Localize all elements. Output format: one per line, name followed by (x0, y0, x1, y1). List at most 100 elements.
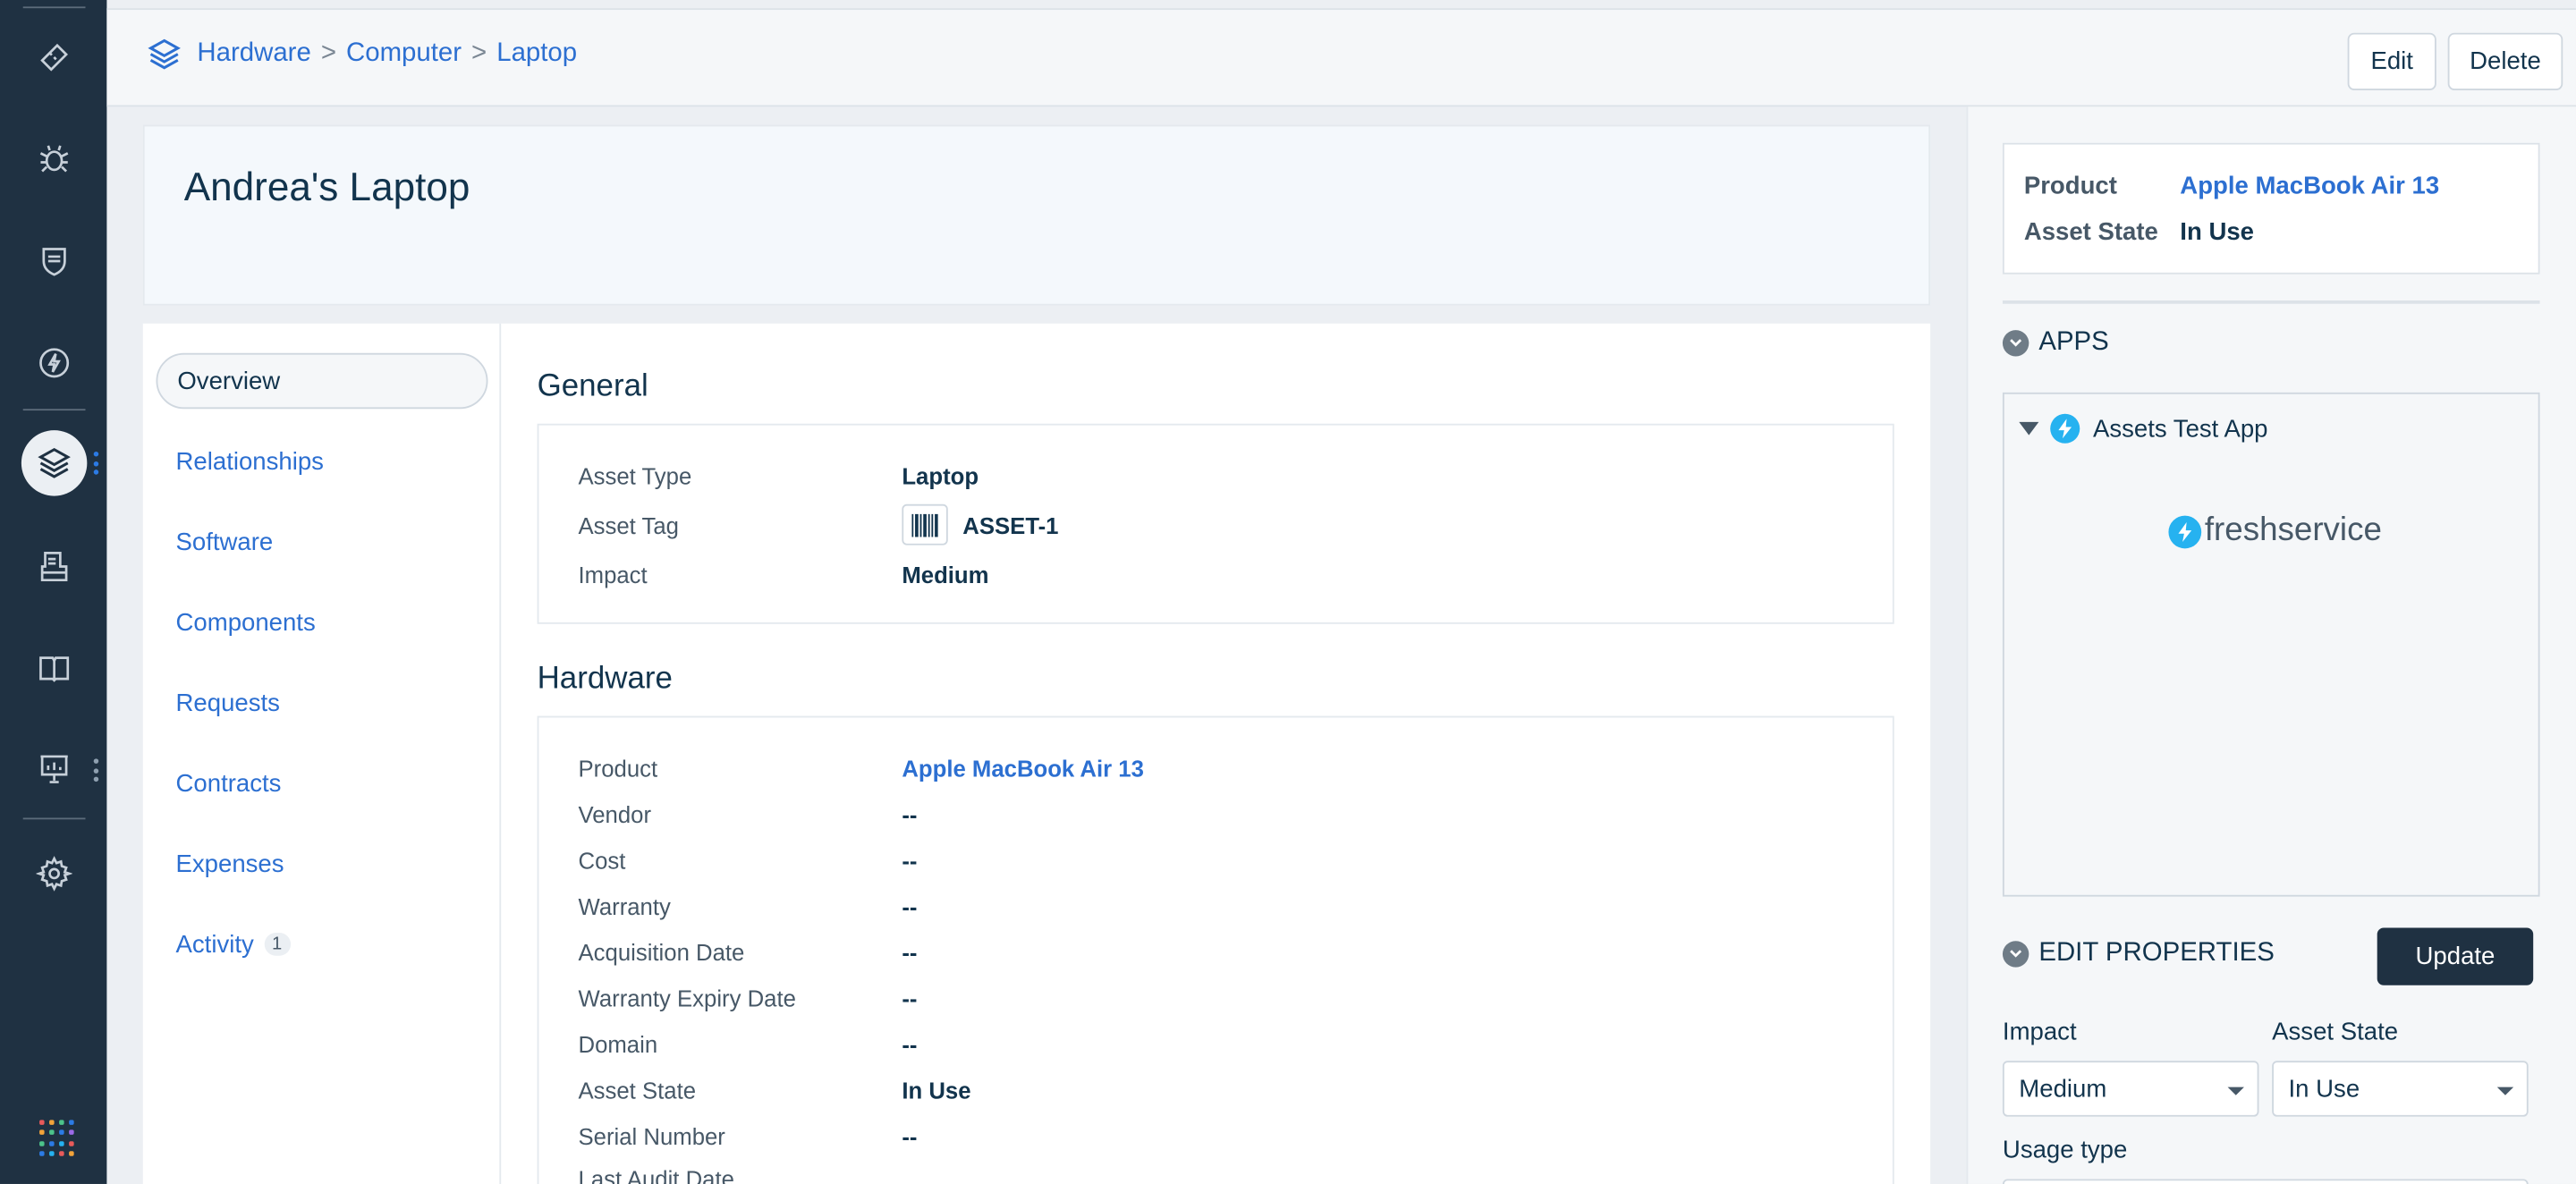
field-label: Warranty Expiry Date (578, 985, 796, 1012)
nav-releases[interactable] (0, 330, 106, 395)
barcode-icon[interactable] (902, 503, 948, 545)
bolt-icon (38, 348, 69, 378)
general-card: Asset Type Laptop Asset Tag ASSET-1 Impact… (537, 423, 1894, 624)
collapse-triangle-icon (2019, 421, 2039, 436)
tab-expenses[interactable]: Expenses (156, 836, 487, 892)
field-label: Serial Number (578, 1123, 725, 1150)
gear-icon (35, 856, 72, 892)
nav-assets[interactable] (0, 430, 106, 496)
nav-assets-more[interactable] (93, 451, 99, 475)
tab-overview[interactable]: Overview (156, 352, 488, 410)
field-label: Warranty (578, 892, 671, 920)
asset-title-card: Andrea's Laptop (142, 124, 1931, 306)
nav-analytics-more[interactable] (93, 758, 99, 782)
summary-value: In Use (2180, 218, 2254, 247)
asset-state-select[interactable]: In Use (2272, 1061, 2529, 1117)
summary-row: Product Apple MacBook Air 13 (2024, 173, 2439, 200)
tab-label: Relationships (175, 447, 324, 476)
asset-summary-card: Product Apple MacBook Air 13 Asset State I… (2002, 142, 2540, 275)
edit-button[interactable]: Edit (2347, 32, 2436, 90)
nav-tickets[interactable] (0, 25, 106, 90)
freshservice-logo-text: freshservice (2204, 512, 2382, 549)
field-label: Asset Tag (578, 512, 679, 538)
tab-requests[interactable]: Requests (156, 675, 487, 731)
apps-grid-icon[interactable] (39, 1120, 75, 1156)
field-row: Warranty -- (579, 893, 918, 919)
nav-admin[interactable] (0, 841, 106, 906)
usage-type-select[interactable] (2002, 1179, 2529, 1184)
tab-label: Contracts (175, 769, 282, 798)
asset-tag-value: ASSET-1 (962, 512, 1059, 538)
chart-icon (39, 755, 67, 783)
left-nav (0, 0, 107, 1184)
tab-contracts[interactable]: Contracts (156, 756, 487, 811)
tab-relationships[interactable]: Relationships (156, 434, 487, 489)
tab-activity[interactable]: Activity 1 (156, 917, 487, 972)
impact-select[interactable]: Medium (2002, 1061, 2259, 1117)
nav-assets-highlight (20, 430, 87, 496)
breadcrumb-laptop[interactable]: Laptop (496, 39, 577, 69)
field-label: Domain (578, 1031, 658, 1058)
asset-details: Overview Relationships Software Componen… (142, 323, 1931, 1184)
field-row: Asset State In Use (579, 1078, 971, 1104)
apps-section-toggle[interactable]: APPS (2002, 328, 2109, 358)
app-root: Hardware > Computer > Laptop Edit Delete… (0, 0, 2576, 1184)
field-row: Cost -- (579, 848, 918, 874)
field-label: Asset Type (578, 462, 692, 490)
field-value: -- (902, 939, 918, 966)
breadcrumb-computer[interactable]: Computer (346, 39, 462, 69)
asset-state-selected-value: In Use (2288, 1074, 2360, 1104)
update-button[interactable]: Update (2377, 927, 2534, 985)
field-label: Acquisition Date (578, 939, 745, 966)
impact-selected-value: Medium (2019, 1074, 2107, 1104)
edit-properties-toggle[interactable]: EDIT PROPERTIES (2002, 939, 2275, 968)
nav-solutions[interactable] (0, 636, 106, 701)
freshservice-bolt-icon (2050, 413, 2080, 444)
tab-software[interactable]: Software (156, 514, 487, 570)
breadcrumb-hardware[interactable]: Hardware (197, 39, 310, 69)
nav-divider (22, 817, 86, 820)
layers-icon (146, 36, 182, 72)
summary-label: Product (2023, 172, 2117, 201)
delete-button[interactable]: Delete (2447, 32, 2563, 90)
tab-label: Expenses (175, 850, 284, 878)
tab-label: Components (175, 608, 316, 637)
nav-analytics[interactable] (0, 736, 106, 801)
bug-icon (38, 145, 68, 173)
book-icon (38, 656, 69, 682)
field-value: -- (902, 847, 918, 874)
ticket-icon (39, 43, 68, 72)
hardware-section-title: Hardware (537, 662, 673, 697)
field-label: Impact (578, 562, 648, 588)
field-value: -- (902, 985, 918, 1012)
field-value: Laptop (902, 462, 979, 490)
nav-purchase-orders[interactable] (0, 534, 106, 599)
summary-label: Asset State (2023, 218, 2158, 247)
field-label: Cost (578, 847, 626, 874)
shield-icon (41, 248, 65, 276)
field-row: Vendor -- (579, 801, 918, 827)
product-link[interactable]: Apple MacBook Air 13 (902, 756, 1144, 782)
field-label: Vendor (578, 801, 652, 828)
nav-problems[interactable] (0, 126, 106, 191)
field-value: Medium (902, 562, 989, 588)
nav-changes[interactable] (0, 228, 106, 293)
edit-properties-heading: EDIT PROPERTIES (2038, 939, 2275, 968)
field-value: ASSET-1 (902, 503, 1059, 545)
hardware-card: Product Apple MacBook Air 13 Vendor -- Cos… (537, 715, 1894, 1184)
field-row: Acquisition Date -- (579, 939, 918, 965)
summary-row: Asset State In Use (2024, 218, 2254, 246)
field-row: Domain -- (579, 1031, 918, 1057)
field-label: Product (578, 755, 658, 782)
app-widget-header[interactable]: Assets Test App (2019, 413, 2267, 444)
tab-components[interactable]: Components (156, 595, 487, 650)
app-widget: Assets Test App freshservice (2002, 392, 2540, 897)
field-value: -- (902, 892, 918, 920)
tab-label: Software (175, 528, 274, 556)
breadcrumb-separator: > (320, 39, 336, 68)
field-value: -- (902, 801, 918, 828)
freshservice-logo: freshservice (2168, 512, 2382, 550)
freshservice-logo-icon (2168, 514, 2202, 548)
field-value: -- (902, 1031, 918, 1058)
summary-product-link[interactable]: Apple MacBook Air 13 (2180, 173, 2439, 200)
